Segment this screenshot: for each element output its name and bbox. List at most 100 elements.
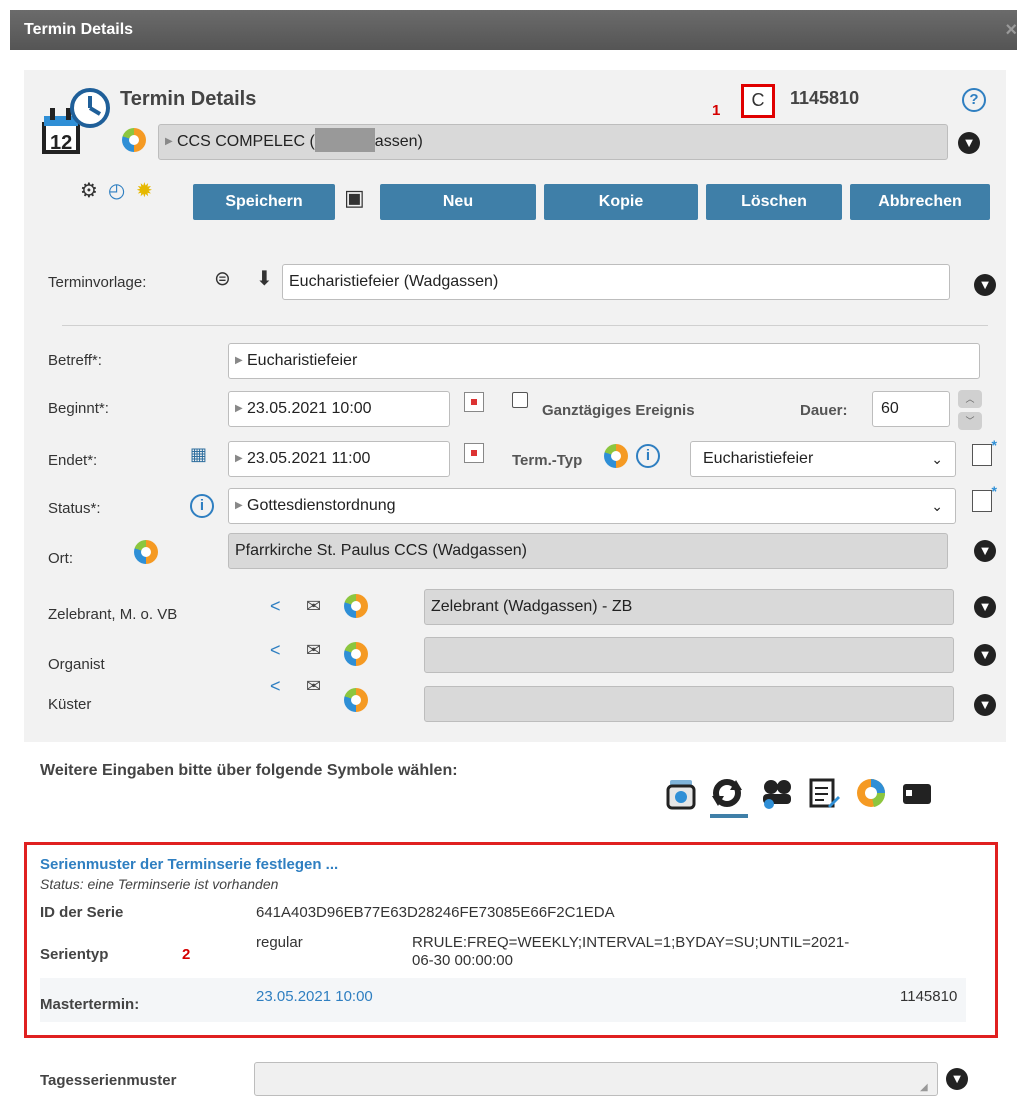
window-title: Termin Details — [24, 21, 134, 38]
refresh-icon: C — [751, 90, 765, 110]
organist-label: Organist — [48, 656, 105, 673]
duration-field[interactable]: 60 — [872, 391, 950, 427]
organisation-pie-icon[interactable] — [122, 128, 146, 152]
organist-field[interactable] — [424, 637, 954, 673]
gear-icon[interactable]: ⚙ — [80, 178, 98, 203]
template-label: Terminvorlage: — [48, 274, 147, 291]
mail-icon[interactable]: ✉ — [306, 676, 321, 697]
rrule-line-1: RRULE:FREQ=WEEKLY;INTERVAL=1;BYDAY=SU;UN… — [412, 934, 850, 951]
pie-chart-icon[interactable] — [854, 776, 888, 810]
begin-label: Beginnt*: — [48, 400, 109, 417]
allday-label: Ganztägiges Ereignis — [542, 402, 695, 419]
series-status: Status: eine Terminserie ist vorhanden — [40, 876, 279, 892]
organist-dropdown-icon[interactable]: ▼ — [974, 644, 996, 666]
arrow-down-icon[interactable]: ⬇ — [256, 266, 273, 291]
location-label: Ort: — [48, 550, 73, 567]
end-label: Endet*: — [48, 452, 98, 469]
begin-field[interactable]: ▶ 23.05.2021 10:00 — [228, 391, 450, 427]
organisation-field[interactable]: ▶ CCS COMPELEC (assen) — [158, 124, 948, 160]
chevron-down-icon: ⌄ — [931, 451, 943, 467]
celebrant-field[interactable]: Zelebrant (Wadgassen) - ZB — [424, 589, 954, 625]
sexton-dropdown-icon[interactable]: ▼ — [974, 694, 996, 716]
template-dropdown-icon[interactable]: ▼ — [974, 274, 996, 296]
expand-triangle-icon: ▶ — [235, 403, 243, 414]
type-pie-icon[interactable] — [604, 444, 628, 468]
dropdown-circle-icon[interactable]: ▼ — [958, 132, 980, 154]
master-row — [40, 978, 966, 1022]
window-titlebar: Termin Details × — [10, 10, 1017, 50]
status-select[interactable]: ▶ Gottesdienstordnung ⌄ — [228, 488, 956, 524]
daily-pattern-label: Tagesserienmuster — [40, 1072, 177, 1089]
sexton-label: Küster — [48, 696, 92, 713]
calendar-31-icon[interactable]: ▦ — [190, 444, 207, 465]
calendar-picker-icon[interactable] — [464, 392, 484, 412]
more-inputs-prompt: Weitere Eingaben bitte über folgende Sym… — [40, 762, 458, 779]
help-icon[interactable]: ? — [962, 88, 986, 112]
notepad-icon[interactable] — [806, 776, 840, 810]
save-button[interactable]: Speichern — [193, 184, 335, 220]
annotation-marker-2: 2 — [182, 946, 191, 963]
group-users-icon[interactable] — [760, 776, 794, 810]
allday-checkbox[interactable] — [512, 392, 528, 408]
delete-button[interactable]: Löschen — [706, 184, 842, 220]
type-select[interactable]: Eucharistiefeier ⌄ — [690, 441, 956, 477]
divider — [62, 325, 988, 326]
celebrant-pie-icon[interactable] — [344, 594, 368, 618]
sexton-field[interactable] — [424, 686, 954, 722]
share-icon[interactable]: < — [270, 596, 281, 617]
location-dropdown-icon[interactable]: ▼ — [974, 540, 996, 562]
cancel-button[interactable]: Abbrechen — [850, 184, 990, 220]
info-icon[interactable]: i — [190, 494, 214, 518]
cycle-arrows-icon[interactable] — [710, 776, 744, 810]
refresh-button[interactable]: C — [741, 84, 775, 118]
floppy-disk-icon[interactable]: ▣ — [344, 185, 365, 211]
panel-title: Termin Details — [120, 88, 257, 110]
daily-dropdown-icon[interactable]: ▼ — [946, 1068, 968, 1090]
jar-icon[interactable] — [664, 776, 698, 810]
copy-button[interactable]: Kopie — [544, 184, 698, 220]
expand-triangle-icon: ▶ — [235, 355, 243, 366]
status-label: Status*: — [48, 500, 101, 517]
close-icon[interactable]: × — [1005, 10, 1017, 50]
note-add-icon[interactable] — [972, 437, 997, 466]
share-icon[interactable]: < — [270, 676, 281, 697]
resize-handle-icon[interactable]: ◢ — [920, 1082, 928, 1093]
series-type-label: Serientyp — [40, 946, 109, 963]
active-tab-underline — [710, 814, 748, 818]
annotation-marker-1: 1 — [712, 102, 721, 119]
stepper-down-icon[interactable]: ﹀ — [958, 412, 982, 430]
rrule-line-2: 06-30 00:00:00 — [412, 952, 513, 969]
duration-stepper[interactable]: ︿ ﹀ — [958, 390, 982, 430]
series-id-label: ID der Serie — [40, 904, 124, 921]
celebrant-dropdown-icon[interactable]: ▼ — [974, 596, 996, 618]
new-button[interactable]: Neu — [380, 184, 536, 220]
subject-field[interactable]: ▶ Eucharistiefeier — [228, 343, 980, 379]
list-circle-icon[interactable]: ⊜ — [214, 266, 231, 291]
stepper-up-icon[interactable]: ︿ — [958, 390, 982, 408]
master-id: 1145810 — [900, 988, 958, 1005]
template-field[interactable]: Eucharistiefeier (Wadgassen) — [282, 264, 950, 300]
end-field[interactable]: ▶ 23.05.2021 11:00 — [228, 441, 450, 477]
sexton-pie-icon[interactable] — [344, 688, 368, 712]
wallet-icon[interactable] — [900, 776, 934, 810]
organist-pie-icon[interactable] — [344, 642, 368, 666]
share-icon[interactable]: < — [270, 640, 281, 661]
calendar-picker-icon[interactable] — [464, 443, 484, 463]
note-add-icon[interactable] — [972, 483, 997, 512]
info-icon[interactable]: i — [636, 444, 660, 468]
subject-label: Betreff*: — [48, 352, 102, 369]
clock-check-icon[interactable]: ◴ — [108, 178, 125, 203]
mail-icon[interactable]: ✉ — [306, 596, 321, 617]
daily-pattern-textarea[interactable] — [254, 1062, 938, 1096]
chevron-down-icon: ⌄ — [931, 498, 943, 514]
master-date-link[interactable]: 23.05.2021 10:00 — [256, 988, 373, 1005]
location-field[interactable]: Pfarrkirche St. Paulus CCS (Wadgassen) — [228, 533, 948, 569]
bug-icon[interactable]: ✹ — [136, 178, 153, 203]
type-label: Term.-Typ — [512, 452, 583, 469]
mail-icon[interactable]: ✉ — [306, 640, 321, 661]
expand-triangle-icon: ▶ — [235, 453, 243, 464]
series-id-value: 641A403D96EB77E63D28246FE73085E66F2C1EDA — [256, 904, 615, 921]
series-pattern-link[interactable]: Serienmuster der Terminserie festlegen .… — [40, 856, 338, 873]
location-pie-icon[interactable] — [134, 540, 158, 564]
duration-label: Dauer: — [800, 402, 848, 419]
